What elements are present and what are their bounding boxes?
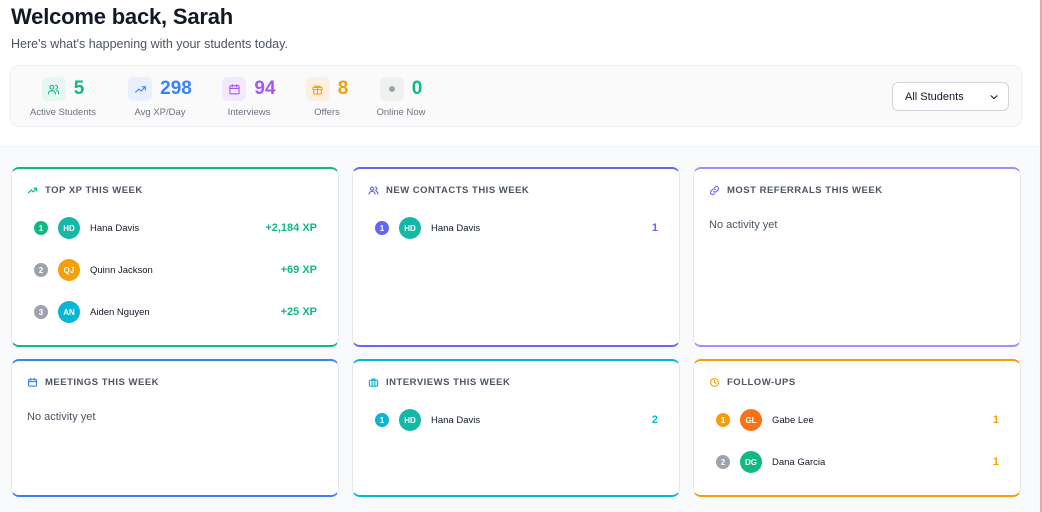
stat-online-now: 0 Online Now [373, 66, 429, 128]
list-item[interactable]: 1 HD Hana Davis 1 [375, 216, 658, 240]
count-value: 1 [651, 222, 658, 234]
stat-value: 298 [160, 78, 192, 99]
stat-label: Interviews [227, 107, 271, 118]
avatar: QJ [58, 259, 80, 281]
rank-badge: 1 [375, 221, 389, 235]
avatar: HD [58, 217, 80, 239]
card-title: NEW CONTACTS THIS WEEK [386, 185, 530, 196]
count-value: 2 [651, 414, 658, 426]
page-header: Welcome back, Sarah Here's what's happen… [11, 4, 288, 51]
stat-value: 8 [337, 78, 349, 99]
stats-bar: 5 Active Students 298 Avg XP/Day 94 Inte… [10, 65, 1022, 127]
card-title: MEETINGS THIS WEEK [45, 377, 160, 388]
rank-badge: 1 [716, 413, 730, 427]
student-name: Aiden Nguyen [90, 306, 150, 318]
card-most-referrals: MOST REFERRALS THIS WEEK No activity yet [693, 167, 1021, 347]
rank-badge: 2 [34, 263, 48, 277]
dot-icon [379, 77, 404, 101]
student-name: Hana Davis [90, 222, 140, 234]
clock-icon [710, 378, 719, 387]
stat-label: Offers [314, 107, 340, 118]
avatar: HD [399, 217, 421, 239]
stat-value: 94 [254, 78, 276, 99]
student-filter-value: All Students [905, 90, 964, 103]
rank-badge: 3 [34, 305, 48, 319]
stat-interviews: 94 Interviews [219, 66, 279, 128]
card-title: INTERVIEWS THIS WEEK [386, 377, 511, 388]
list-item[interactable]: 2 QJ Quinn Jackson +69 XP [34, 258, 317, 282]
stat-value: 5 [73, 78, 85, 99]
gift-icon [305, 77, 330, 101]
count-value: 1 [992, 414, 999, 426]
xp-value: +69 XP [280, 264, 317, 276]
briefcase-icon [368, 378, 379, 387]
list-item[interactable]: 1 GL Gabe Lee 1 [716, 408, 999, 432]
xp-value: +25 XP [280, 306, 317, 318]
card-title: MOST REFERRALS THIS WEEK [727, 185, 883, 196]
stat-value: 0 [411, 78, 423, 99]
stat-label: Active Students [29, 107, 96, 118]
rank-badge: 1 [375, 413, 389, 427]
card-top-xp: TOP XP THIS WEEK 1 HD Hana Davis +2,184 … [11, 167, 339, 347]
page-title: Welcome back, Sarah [11, 4, 234, 29]
student-name: Quinn Jackson [90, 264, 153, 276]
xp-value: +2,184 XP [265, 222, 317, 234]
rank-badge: 2 [716, 455, 730, 469]
stat-avg-xp: 298 Avg XP/Day [123, 66, 197, 128]
list-item[interactable]: 1 HD Hana Davis 2 [375, 408, 658, 432]
stat-label: Online Now [376, 107, 426, 118]
card-title: FOLLOW-UPS [727, 377, 796, 388]
student-name: Hana Davis [431, 414, 481, 426]
card-meetings: MEETINGS THIS WEEK No activity yet [11, 359, 339, 497]
trending-up-icon [128, 77, 153, 101]
avatar: AN [58, 301, 80, 323]
calendar-icon [222, 77, 247, 101]
trending-up-icon [27, 187, 38, 194]
users-icon [368, 186, 379, 195]
stat-label: Avg XP/Day [134, 107, 186, 118]
student-name: Hana Davis [431, 222, 481, 234]
avatar: GL [740, 409, 762, 431]
student-name: Dana Garcia [772, 456, 826, 468]
stat-offers: 8 Offers [302, 66, 352, 128]
list-item[interactable]: 1 HD Hana Davis +2,184 XP [34, 216, 317, 240]
student-name: Gabe Lee [772, 414, 814, 426]
chevron-down-icon [990, 95, 998, 100]
rank-badge: 1 [34, 221, 48, 235]
card-interviews: INTERVIEWS THIS WEEK 1 HD Hana Davis 2 [352, 359, 680, 497]
count-value: 1 [992, 456, 999, 468]
card-new-contacts: NEW CONTACTS THIS WEEK 1 HD Hana Davis 1 [352, 167, 680, 347]
link-icon [709, 185, 720, 196]
list-item[interactable]: 2 DG Dana Garcia 1 [716, 450, 999, 474]
student-filter-select[interactable]: All Students [892, 82, 1009, 111]
avatar: DG [740, 451, 762, 473]
users-icon [41, 77, 66, 101]
list-item[interactable]: 3 AN Aiden Nguyen +25 XP [34, 300, 317, 324]
calendar-icon [28, 377, 37, 387]
stat-active-students: 5 Active Students [28, 66, 98, 128]
empty-state: No activity yet [709, 219, 778, 231]
card-follow-ups: FOLLOW-UPS 1 GL Gabe Lee 1 2 DG Dana Gar… [693, 359, 1021, 497]
avatar: HD [399, 409, 421, 431]
page-subtitle: Here's what's happening with your studen… [11, 37, 288, 51]
card-title: TOP XP THIS WEEK [45, 185, 143, 196]
empty-state: No activity yet [27, 411, 96, 423]
